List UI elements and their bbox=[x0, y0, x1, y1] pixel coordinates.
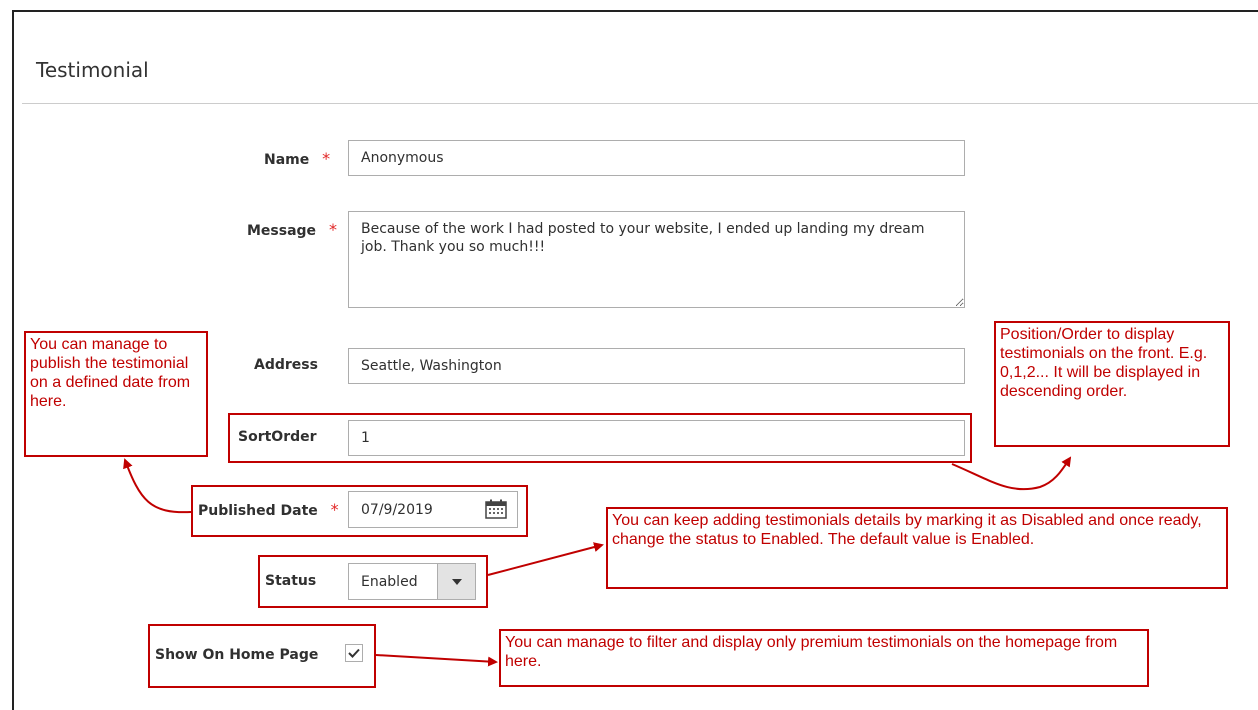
status-arrow bbox=[487, 542, 604, 576]
publish-arrow bbox=[123, 458, 192, 514]
home-page-arrow bbox=[375, 654, 498, 667]
annotation-arrows bbox=[123, 456, 1072, 667]
sort-order-arrow bbox=[951, 456, 1072, 491]
